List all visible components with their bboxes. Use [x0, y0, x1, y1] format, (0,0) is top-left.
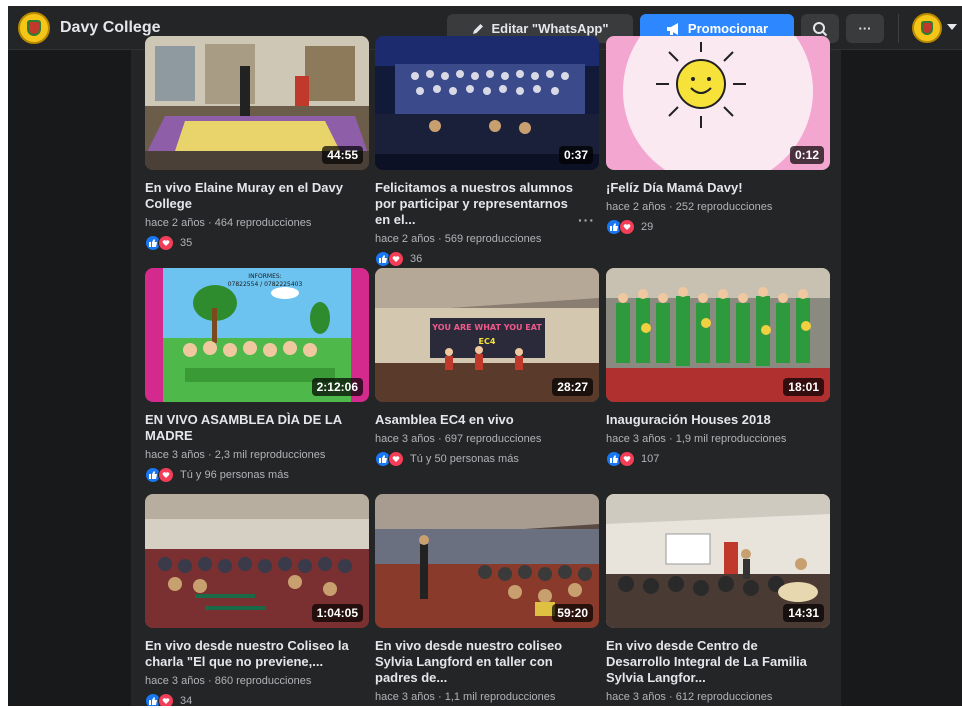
more-icon: ··· — [858, 21, 872, 36]
video-card[interactable]: 0:37 Felicitamos a nuestros alumnos por … — [375, 36, 599, 268]
video-thumbnail[interactable]: 1:04:05 — [145, 494, 369, 628]
video-card[interactable]: 18:01 Inauguración Houses 2018 hace 3 añ… — [606, 268, 830, 468]
video-title[interactable]: En vivo Elaine Muray en el Davy College — [145, 180, 355, 212]
video-card[interactable]: 44:55 En vivo Elaine Muray en el Davy Co… — [145, 36, 369, 252]
more-button[interactable]: ··· — [846, 14, 884, 43]
love-reaction-icon — [619, 451, 635, 467]
love-reaction-icon — [388, 451, 404, 467]
video-duration: 14:31 — [783, 604, 824, 622]
video-thumbnail[interactable]: 18:01 — [606, 268, 830, 402]
video-duration: 2:12:06 — [311, 378, 363, 396]
reactions[interactable]: 107 — [606, 450, 830, 468]
video-title[interactable]: En vivo desde nuestro Coliseo la charla … — [145, 638, 355, 670]
video-duration: 1:04:05 — [311, 604, 363, 622]
video-meta: hace 2 años · 464 reproducciones — [145, 217, 312, 229]
video-duration: 59:20 — [552, 604, 593, 622]
video-thumbnail[interactable]: 0:37 — [375, 36, 599, 170]
video-meta: hace 3 años · 1,1 mil reproducciones — [375, 691, 556, 703]
video-card[interactable]: 1:04:05 En vivo desde nuestro Coliseo la… — [145, 494, 369, 706]
videos-panel: 44:55 En vivo Elaine Muray en el Davy Co… — [131, 36, 841, 706]
video-meta: hace 2 años · 569 reproducciones — [375, 233, 542, 245]
video-duration: 44:55 — [322, 146, 363, 164]
video-thumbnail[interactable]: 0:12 — [606, 36, 830, 170]
reaction-count: 34 — [180, 695, 193, 706]
video-thumbnail[interactable]: 59:20 — [375, 494, 599, 628]
reactions[interactable]: 29 — [606, 218, 830, 236]
reaction-count: 107 — [641, 453, 660, 465]
reaction-count: Tú y 96 personas más — [180, 469, 289, 481]
reactions[interactable]: Tú y 96 personas más — [145, 466, 369, 484]
reaction-count: 35 — [180, 237, 193, 249]
video-card[interactable]: YOU ARE WHAT YOU EAT EC4 28:27 Asamblea … — [375, 268, 599, 468]
search-icon — [813, 21, 828, 36]
thumb-phone-text: 07822554 / 0782225403 — [228, 281, 303, 288]
video-meta: hace 3 años · 2,3 mil reproducciones — [145, 449, 326, 461]
love-reaction-icon — [619, 219, 635, 235]
video-meta: hace 3 años · 860 reproducciones — [145, 675, 312, 687]
video-title[interactable]: ¡Felíz Día Mamá Davy! — [606, 180, 816, 196]
reaction-count: 36 — [410, 253, 423, 265]
account-avatar[interactable] — [912, 13, 942, 43]
video-duration: 28:27 — [552, 378, 593, 396]
megaphone-icon — [666, 22, 678, 35]
reactions[interactable]: 35 — [145, 234, 369, 252]
video-duration: 18:01 — [783, 378, 824, 396]
reaction-count: Tú y 50 personas más — [410, 453, 519, 465]
love-reaction-icon — [388, 251, 404, 267]
edit-whatsapp-label: Editar "WhatsApp" — [491, 21, 609, 36]
reactions[interactable]: 34 — [145, 692, 369, 706]
video-duration: 0:37 — [558, 146, 593, 164]
video-title[interactable]: EN VIVO ASAMBLEA DÌA DE LA MADRE — [145, 412, 355, 444]
video-card[interactable]: 14:31 En vivo desde Centro de Desarrollo… — [606, 494, 830, 706]
page-logo[interactable] — [18, 12, 50, 44]
video-card[interactable]: INFORMES: 07822554 / 0782225403 2:12:06 … — [145, 268, 369, 484]
divider — [898, 14, 899, 43]
thumb-info-text: INFORMES: — [248, 273, 281, 280]
video-meta: hace 3 años · 1,9 mil reproducciones — [606, 433, 787, 445]
video-thumbnail[interactable]: 44:55 — [145, 36, 369, 170]
page-title[interactable]: Davy College — [60, 19, 160, 37]
thumb-banner-text: YOU ARE WHAT YOU EAT — [431, 323, 542, 332]
video-title[interactable]: Inauguración Houses 2018 — [606, 412, 816, 428]
video-title[interactable]: En vivo desde nuestro coliseo Sylvia Lan… — [375, 638, 585, 686]
video-thumbnail[interactable]: INFORMES: 07822554 / 0782225403 2:12:06 — [145, 268, 369, 402]
video-meta: hace 2 años · 252 reproducciones — [606, 201, 773, 213]
app-window: Davy College Editar "WhatsApp" Promocion… — [8, 6, 962, 706]
video-title[interactable]: Asamblea EC4 en vivo — [375, 412, 585, 428]
promote-label: Promocionar — [687, 21, 769, 36]
love-reaction-icon — [158, 235, 174, 251]
reactions[interactable]: Tú y 50 personas más — [375, 450, 599, 468]
video-duration: 0:12 — [789, 146, 824, 164]
reaction-count: 29 — [641, 221, 654, 233]
love-reaction-icon — [158, 467, 174, 483]
video-meta: hace 3 años · 697 reproducciones — [375, 433, 542, 445]
video-card[interactable]: 59:20 En vivo desde nuestro coliseo Sylv… — [375, 494, 599, 706]
video-title[interactable]: En vivo desde Centro de Desarrollo Integ… — [606, 638, 816, 686]
pencil-icon — [473, 23, 484, 34]
video-meta: hace 3 años · 612 reproducciones — [606, 691, 773, 703]
video-thumbnail[interactable]: 14:31 — [606, 494, 830, 628]
thumb-banner-sub: EC4 — [479, 337, 496, 346]
video-card[interactable]: 0:12 ¡Felíz Día Mamá Davy! hace 2 años ·… — [606, 36, 830, 236]
video-title[interactable]: Felicitamos a nuestros alumnos por parti… — [375, 180, 585, 228]
video-thumbnail[interactable]: YOU ARE WHAT YOU EAT EC4 28:27 — [375, 268, 599, 402]
reactions[interactable]: 36 — [375, 250, 599, 268]
love-reaction-icon — [158, 693, 174, 706]
video-more-options[interactable]: ··· — [578, 212, 595, 228]
caret-down-icon[interactable] — [947, 24, 957, 30]
